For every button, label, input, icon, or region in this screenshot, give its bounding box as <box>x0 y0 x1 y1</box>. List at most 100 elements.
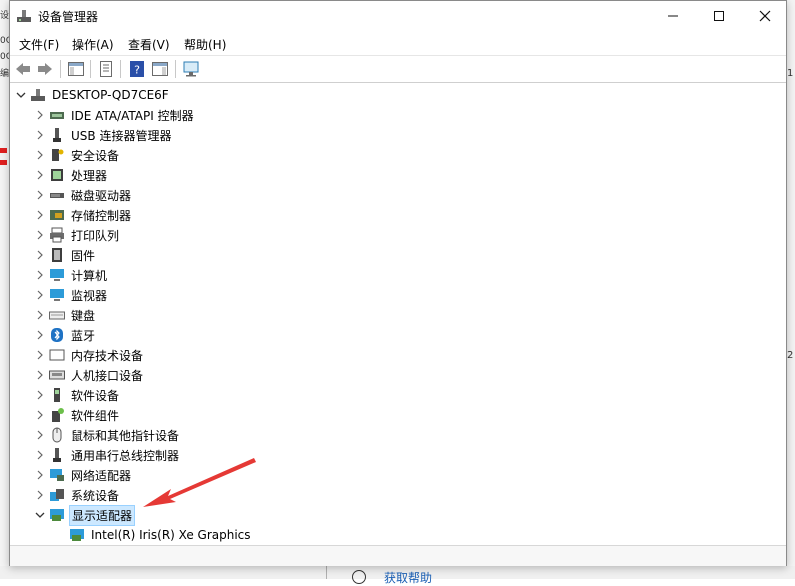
tree-item-category[interactable]: 监视器 <box>33 285 109 305</box>
tree-item-label: IDE ATA/ATAPI 控制器 <box>71 108 194 123</box>
minimize-button[interactable] <box>650 1 696 31</box>
svg-text:?: ? <box>134 64 140 77</box>
chevron-right-icon[interactable] <box>33 205 47 225</box>
chevron-right-icon[interactable] <box>33 105 47 125</box>
show-hide-console-tree-button[interactable] <box>65 59 87 79</box>
tree-item-category[interactable]: 处理器 <box>33 165 109 185</box>
tree-item-category[interactable]: 安全设备 <box>33 145 121 165</box>
background-red-mark <box>0 148 7 153</box>
background-text: 编 <box>0 69 10 79</box>
tree-item-category[interactable]: 存储控制器 <box>33 205 133 225</box>
tree-item-label: 内存技术设备 <box>71 348 144 363</box>
chevron-right-icon[interactable] <box>33 225 47 245</box>
chevron-down-icon[interactable] <box>14 85 28 105</box>
chevron-right-icon[interactable] <box>33 365 47 385</box>
tree-item-label: 计算机 <box>71 268 108 283</box>
device-manager-window: 设备管理器 文件(F) 操作(A) 查看(V) 帮助(H) ? DESKTOP-… <box>9 0 787 566</box>
tree-item-category[interactable]: 软件设备 <box>33 385 121 405</box>
chevron-right-icon[interactable] <box>33 485 47 505</box>
keyboard-icon <box>49 307 65 323</box>
tree-item-category[interactable]: 通用串行总线控制器 <box>33 445 181 465</box>
software-device-icon <box>49 387 65 403</box>
chevron-right-icon[interactable] <box>33 445 47 465</box>
chevron-right-icon[interactable] <box>33 145 47 165</box>
background-window-right: 1 2 <box>787 0 795 579</box>
title-bar[interactable]: 设备管理器 <box>10 1 786 31</box>
tree-item-category[interactable]: 网络适配器 <box>33 465 133 485</box>
tree-item-label: 安全设备 <box>71 148 120 163</box>
ide-controller-icon <box>49 107 65 123</box>
chevron-right-icon[interactable] <box>33 125 47 145</box>
tree-item-label: 人机接口设备 <box>71 368 144 383</box>
tree-item-category[interactable]: IDE ATA/ATAPI 控制器 <box>33 105 196 125</box>
tree-item-label: 键盘 <box>71 308 96 323</box>
tree-item-category[interactable]: 计算机 <box>33 265 109 285</box>
background-window-bottom: 获取帮助 <box>0 566 795 585</box>
tree-item-category[interactable]: 内存技术设备 <box>33 345 145 365</box>
help-link[interactable]: 获取帮助 <box>384 569 432 586</box>
tree-item-category[interactable]: 打印队列 <box>33 225 121 245</box>
tree-item-label: 存储控制器 <box>71 208 132 223</box>
chevron-down-icon[interactable] <box>33 505 47 525</box>
tree-item-label: 软件设备 <box>71 388 120 403</box>
properties-button[interactable] <box>95 59 117 79</box>
storage-controller-icon <box>49 207 65 223</box>
background-red-mark <box>0 160 7 165</box>
display-adapter-icon <box>69 527 85 543</box>
tree-item-category[interactable]: 鼠标和其他指针设备 <box>33 425 181 445</box>
chevron-right-icon[interactable] <box>33 185 47 205</box>
tree-item-category[interactable]: USB 连接器管理器 <box>33 125 173 145</box>
forward-button[interactable] <box>34 59 56 79</box>
processor-icon <box>49 167 65 183</box>
usb-controller-icon <box>49 447 65 463</box>
close-button[interactable] <box>742 1 788 31</box>
menu-file[interactable]: 文件(F) <box>19 36 59 53</box>
background-window-left: 设 0C 0C 编 <box>0 0 12 579</box>
tree-item-category[interactable]: 系统设备 <box>33 485 121 505</box>
menu-action[interactable]: 操作(A) <box>72 36 114 53</box>
chevron-right-icon[interactable] <box>33 245 47 265</box>
scan-hardware-button[interactable] <box>181 59 203 79</box>
menu-view[interactable]: 查看(V) <box>128 36 170 53</box>
maximize-icon <box>714 11 724 21</box>
chevron-right-icon[interactable] <box>33 385 47 405</box>
device-tree[interactable]: DESKTOP-QD7CE6F IDE ATA/ATAPI 控制器 USB 连接器… <box>10 85 786 545</box>
tree-item-device[interactable]: Intel(R) Iris(R) Xe Graphics <box>53 525 253 545</box>
chevron-right-icon[interactable] <box>33 465 47 485</box>
chevron-right-icon[interactable] <box>33 285 47 305</box>
tree-item-category[interactable]: 磁盘驱动器 <box>33 185 133 205</box>
menu-help[interactable]: 帮助(H) <box>184 36 226 53</box>
tree-item-category[interactable]: 软件组件 <box>33 405 121 425</box>
tree-item-category[interactable]: 显示适配器 <box>33 504 136 526</box>
usb-icon <box>49 127 65 143</box>
background-text: 2 <box>787 350 794 361</box>
tree-item-label: 鼠标和其他指针设备 <box>71 428 180 443</box>
chevron-right-icon[interactable] <box>33 305 47 325</box>
help-button[interactable]: ? <box>126 59 148 79</box>
chevron-right-icon[interactable] <box>33 405 47 425</box>
tree-root-computer[interactable]: DESKTOP-QD7CE6F <box>14 85 171 105</box>
maximize-button[interactable] <box>696 1 742 31</box>
properties-icon <box>100 61 112 77</box>
minimize-icon <box>668 15 678 17</box>
chevron-right-icon[interactable] <box>33 325 47 345</box>
tree-item-label: 蓝牙 <box>71 328 96 343</box>
tree-item-label: 监视器 <box>71 288 108 303</box>
chevron-right-icon[interactable] <box>33 345 47 365</box>
tree-item-category[interactable]: 人机接口设备 <box>33 365 145 385</box>
back-arrow-icon <box>16 63 30 75</box>
network-adapter-icon <box>49 467 65 483</box>
tree-item-category[interactable]: 固件 <box>33 245 97 265</box>
help-icon: ? <box>130 61 144 77</box>
background-text: 设 <box>0 11 10 21</box>
tree-device-label: Intel(R) Iris(R) Xe Graphics <box>91 528 251 542</box>
chevron-right-icon[interactable] <box>33 425 47 445</box>
background-text: 1 <box>787 68 794 79</box>
chevron-right-icon[interactable] <box>33 265 47 285</box>
tree-item-category[interactable]: 键盘 <box>33 305 97 325</box>
tree-item-category[interactable]: 蓝牙 <box>33 325 97 345</box>
chevron-right-icon[interactable] <box>33 165 47 185</box>
action-pane-button[interactable] <box>149 59 171 79</box>
tree-item-label: 打印队列 <box>71 228 120 243</box>
back-button[interactable] <box>12 59 34 79</box>
